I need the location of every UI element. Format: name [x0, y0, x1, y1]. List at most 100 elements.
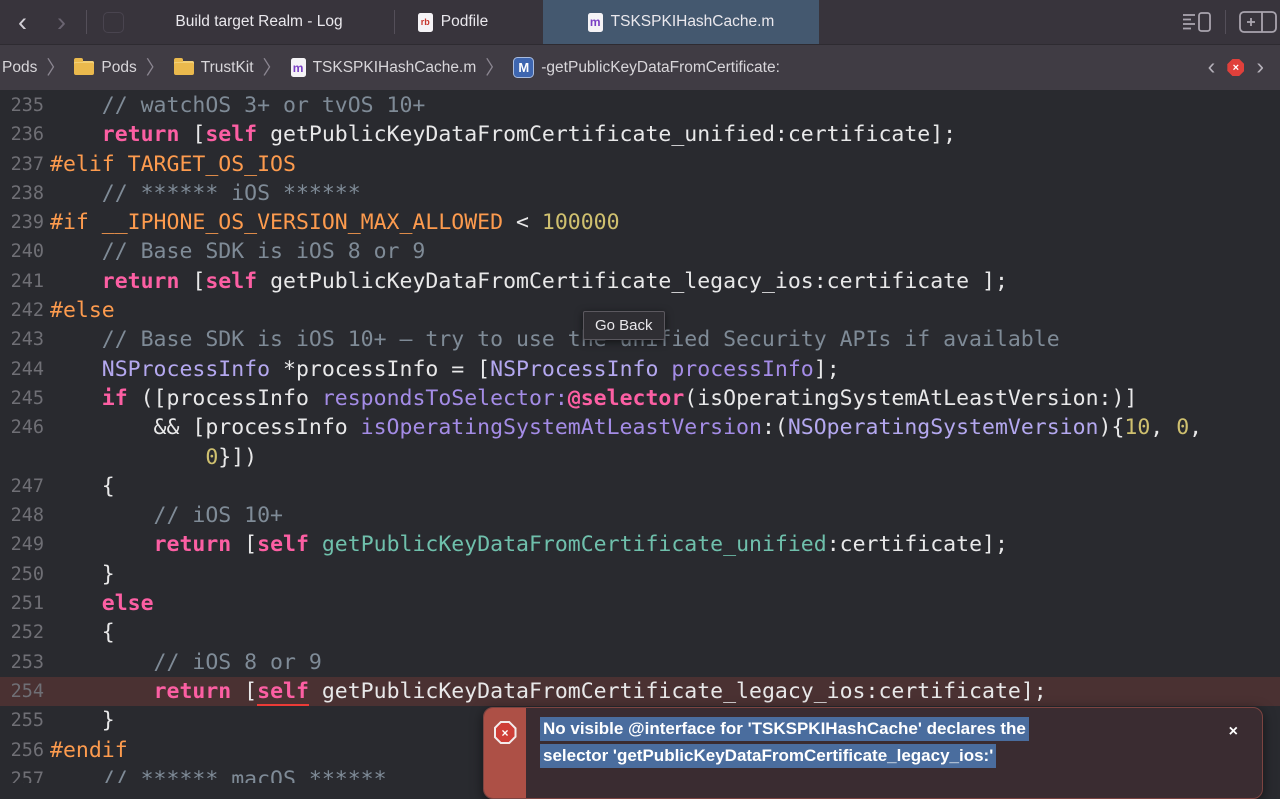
error-message: No visible @interface for 'TSKSPKIHashCa…	[526, 708, 1043, 798]
code-editor[interactable]: 235 // watchOS 3+ or tvOS 10+ 236 return …	[0, 91, 1280, 783]
line-number: 236	[10, 124, 44, 146]
code-text: if ([processInfo respondsToSelector:@sel…	[101, 385, 1138, 411]
go-back-button[interactable]: Go Back	[583, 311, 665, 340]
breadcrumb-group-pods[interactable]: Pods	[74, 57, 137, 77]
tab-podfile[interactable]: rb Podfile	[397, 0, 509, 44]
code-text: NSProcessInfo *processInfo = [NSProcessI…	[101, 356, 840, 382]
code-line[interactable]: 251 else	[0, 589, 1280, 618]
code-line[interactable]: 244 NSProcessInfo *processInfo = [NSProc…	[0, 355, 1280, 384]
code-line[interactable]: 253 // iOS 8 or 9	[0, 648, 1280, 677]
line-number: 255	[10, 710, 44, 732]
history-nav: ‹ ›	[0, 2, 86, 42]
line-number: 243	[10, 329, 44, 351]
breadcrumb-label: TSKSPKIHashCache.m	[312, 58, 477, 76]
jump-bar: Pods 〉 Pods 〉 TrustKit 〉 m TSKSPKIHashCa…	[0, 44, 1280, 90]
breadcrumb-project[interactable]: Pods	[2, 59, 37, 77]
close-icon[interactable]: ×	[1229, 723, 1238, 741]
line-number: 235	[10, 95, 44, 116]
code-text: #else	[50, 298, 115, 324]
ruby-file-icon: rb	[417, 12, 433, 32]
code-line[interactable]: 250 }	[0, 560, 1280, 589]
breadcrumb-label: Pods	[101, 58, 137, 76]
code-line[interactable]: 241 return [self getPublicKeyDataFromCer…	[0, 267, 1280, 296]
code-line[interactable]: 245 if ([processInfo respondsToSelector:…	[0, 384, 1280, 413]
tab-tskspkihashcache[interactable]: m TSKSPKIHashCache.m	[543, 0, 819, 44]
code-text: return [self getPublicKeyDataFromCertifi…	[153, 678, 1047, 706]
breadcrumb-label: -getPublicKeyDataFromCertificate:	[541, 58, 780, 76]
code-text: {	[50, 473, 115, 499]
folder-icon	[173, 57, 194, 75]
add-editor-icon[interactable]	[1238, 9, 1280, 35]
code-text: #endif	[50, 737, 128, 763]
line-number: 249	[10, 534, 44, 556]
line-number: 250	[10, 563, 44, 585]
code-text: }	[50, 708, 115, 734]
code-line[interactable]: 254 return [self getPublicKeyDataFromCer…	[0, 676, 1280, 707]
code-text: // watchOS 3+ or tvOS 10+	[50, 93, 426, 118]
code-line[interactable]: 249 return [self getPublicKeyDataFromCer…	[0, 530, 1280, 559]
error-message-line2: selector 'getPublicKeyDataFromCertificat…	[540, 744, 997, 768]
tab-build-log[interactable]: Build target Realm - Log	[124, 0, 394, 44]
code-line[interactable]: 0}])	[0, 443, 1280, 472]
breadcrumb-group-trustkit[interactable]: TrustKit	[173, 57, 254, 77]
breadcrumb-label: TrustKit	[200, 58, 254, 76]
folder-icon	[74, 57, 95, 75]
chevron-right-icon: 〉	[46, 58, 66, 79]
code-line[interactable]: 240 // Base SDK is iOS 8 or 9	[0, 237, 1280, 266]
code-text: else	[101, 591, 154, 617]
code-text: // Base SDK is iOS 10+ — try to use the …	[50, 327, 1060, 353]
back-arrow-icon[interactable]: ‹	[12, 2, 33, 42]
code-text: }	[50, 561, 115, 587]
code-text: // iOS 10+	[50, 503, 283, 529]
error-popup-strip: ×	[484, 708, 526, 798]
line-number: 245	[10, 387, 44, 409]
next-issue-icon[interactable]: ›	[1254, 55, 1266, 79]
line-number: 242	[10, 300, 44, 322]
code-text: #if __IPHONE_OS_VERSION_MAX_ALLOWED < 10…	[50, 210, 620, 236]
code-text: return [self getPublicKeyDataFromCertifi…	[153, 532, 1008, 558]
code-line[interactable]: 238 // ****** iOS ******	[0, 179, 1280, 208]
line-number	[0, 443, 44, 472]
divider	[394, 10, 395, 34]
line-number: 244	[10, 358, 44, 380]
line-number: 248	[10, 505, 44, 527]
line-number: 257	[10, 768, 44, 783]
line-number: 238	[10, 182, 44, 204]
method-badge-icon: M	[513, 57, 535, 78]
line-number: 239	[10, 212, 44, 234]
code-lines: 235 // watchOS 3+ or tvOS 10+ 236 return …	[0, 91, 1280, 783]
code-line[interactable]: 237 #elif TARGET_OS_IOS	[0, 150, 1280, 179]
code-line[interactable]: 248 // iOS 10+	[0, 501, 1280, 530]
divider	[86, 10, 87, 34]
code-line[interactable]: 236 return [self getPublicKeyDataFromCer…	[0, 120, 1280, 149]
chevron-right-icon: 〉	[485, 58, 505, 79]
chevron-right-icon: 〉	[145, 58, 165, 79]
breadcrumb-label: Pods	[2, 58, 38, 76]
breadcrumb-method[interactable]: M -getPublicKeyDataFromCertificate:	[513, 57, 780, 78]
code-text: return [self getPublicKeyDataFromCertifi…	[101, 122, 957, 148]
code-text: && [processInfo isOperatingSystemAtLeast…	[50, 415, 1203, 441]
objc-file-icon: m	[587, 12, 603, 32]
breadcrumb-file[interactable]: m TSKSPKIHashCache.m	[290, 58, 477, 77]
error-badge-icon[interactable]: ×	[1227, 59, 1245, 76]
code-line[interactable]: 239 #if __IPHONE_OS_VERSION_MAX_ALLOWED <…	[0, 208, 1280, 237]
line-number: 251	[10, 593, 44, 615]
code-text: // ****** iOS ******	[50, 180, 361, 206]
tab-label: Build target Realm - Log	[175, 13, 343, 30]
objc-file-icon: m	[290, 58, 306, 77]
code-line[interactable]: 235 // watchOS 3+ or tvOS 10+	[0, 91, 1280, 120]
line-number: 254	[10, 680, 44, 702]
code-line[interactable]: 252 {	[0, 618, 1280, 647]
error-popup[interactable]: × No visible @interface for 'TSKSPKIHash…	[483, 707, 1263, 799]
editor-options-icon[interactable]	[1181, 9, 1213, 35]
code-text: // iOS 8 or 9	[50, 649, 322, 675]
previous-issue-icon[interactable]: ‹	[1206, 55, 1218, 79]
code-text: return [self getPublicKeyDataFromCertifi…	[101, 268, 1008, 294]
code-line[interactable]: 246 && [processInfo isOperatingSystemAtL…	[0, 413, 1280, 442]
code-text: 0}])	[205, 444, 258, 470]
forward-arrow-icon[interactable]: ›	[51, 2, 72, 42]
code-text: #elif TARGET_OS_IOS	[50, 151, 296, 177]
code-line[interactable]: 247 {	[0, 472, 1280, 501]
line-number: 237	[10, 153, 44, 175]
line-number: 246	[10, 417, 44, 439]
